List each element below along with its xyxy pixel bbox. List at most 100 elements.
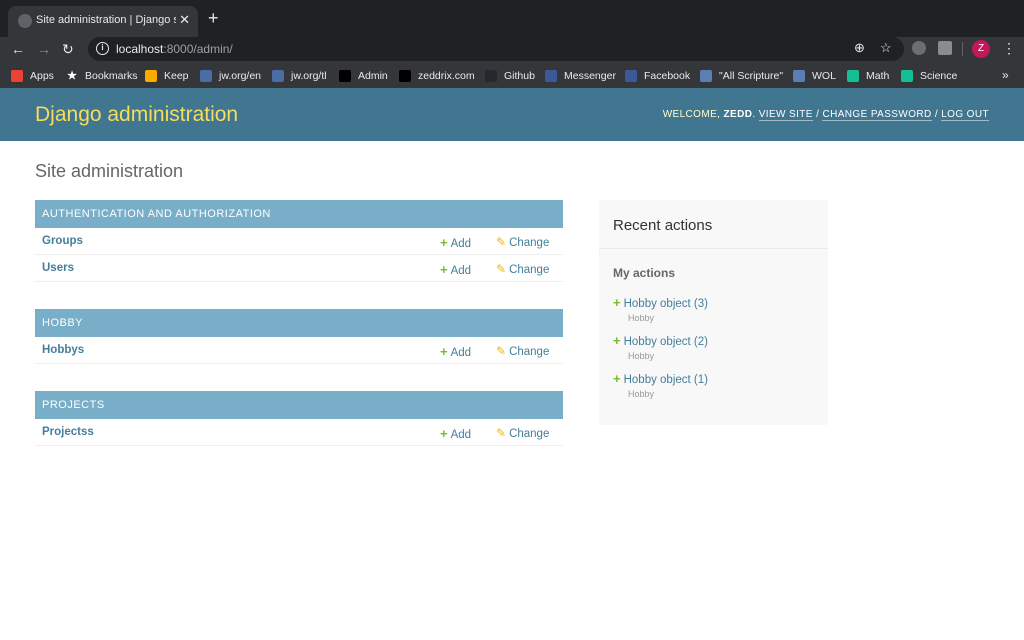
bookmark-item[interactable]: Science [901,68,957,84]
bookmark-label: WOL [812,70,836,82]
change-button[interactable]: ✎ Change [496,235,549,249]
khan-icon [901,70,913,82]
recent-action-link[interactable]: Hobby object (2) [624,336,708,348]
bookmark-item[interactable]: WOL [793,68,836,84]
extension-icon[interactable] [912,41,926,55]
bookmark-item[interactable]: "All Scripture" [700,68,783,84]
pencil-icon: ✎ [496,262,507,276]
facebook-icon [545,70,557,82]
info-icon[interactable]: i [96,42,109,55]
bookmark-label: Keep [164,70,189,82]
change-password-link[interactable]: Change password [822,109,932,121]
model-link[interactable]: Groups [42,235,83,247]
bookmark-label: Admin [358,70,388,82]
view-site-link[interactable]: View site [758,109,813,121]
change-label: Change [509,264,550,276]
star-icon[interactable]: ☆ [880,40,892,56]
addition-icon: + [613,371,621,386]
recent-action-type: Hobby [628,351,655,361]
model-row: Users + Add ✎ Change [35,255,563,282]
recent-action-link[interactable]: Hobby object (1) [624,374,708,386]
add-label: Add [450,347,472,359]
browser-tab-strip: Site administration | Django site ✕ + [0,0,1024,37]
menu-dots-icon[interactable]: ⋮ [1002,39,1016,57]
browser-tab[interactable]: Site administration | Django site ✕ [8,6,198,37]
bookmark-item[interactable]: jw.org/tl [272,68,327,84]
change-button[interactable]: ✎ Change [496,344,549,358]
welcome-text: Welcome, [662,109,721,120]
module-caption[interactable]: Authentication and Authorization [35,200,563,228]
recent-action-item: + Hobby object (1) Hobby [613,371,823,399]
pencil-icon: ✎ [496,426,507,440]
zoom-icon[interactable]: ⊕ [854,40,865,56]
bookmark-item[interactable]: ★ Bookmarks [66,68,138,84]
url-text[interactable]: localhost:8000/admin/ [116,42,233,56]
recent-action-item: + Hobby object (3) Hobby [613,295,823,323]
tab-title: Site administration | Django site [36,14,176,26]
facebook-icon [625,70,637,82]
book-icon [793,70,805,82]
user-tools: Welcome, zedd. View site / Change passwo… [662,109,989,121]
recent-actions-title: Recent actions [613,217,713,234]
site-branding[interactable]: Django administration [35,103,238,127]
site-header: Django administration Welcome, zedd. Vie… [0,88,1024,141]
profile-avatar[interactable]: Z [972,40,990,58]
bookmark-item[interactable]: Github [485,68,535,84]
my-actions-heading: My actions [613,266,676,280]
bookmark-label: zeddrix.com [418,70,475,82]
change-button[interactable]: ✎ Change [496,262,549,276]
change-button[interactable]: ✎ Change [496,426,549,440]
add-icon: + [440,262,448,277]
bookmark-item[interactable]: zeddrix.com [399,68,475,84]
bookmark-item[interactable]: Math [847,68,889,84]
bookmark-item[interactable]: Keep [145,68,189,84]
drive-icon[interactable] [938,41,952,55]
add-label: Add [450,238,472,250]
add-button[interactable]: + Add [440,426,471,441]
username: zedd [723,109,753,120]
app-module: Projects Projectss + Add ✎ Change [35,391,563,446]
add-label: Add [450,429,472,441]
add-icon: + [440,426,448,441]
add-button[interactable]: + Add [440,262,471,277]
module-caption[interactable]: Projects [35,391,563,419]
change-label: Change [509,237,550,249]
module-caption[interactable]: Hobby [35,309,563,337]
model-link[interactable]: Hobbys [42,344,84,356]
add-icon: + [440,235,448,250]
model-link[interactable]: Users [42,262,74,274]
bookmarks-overflow-icon[interactable]: » [1002,68,1009,82]
model-link[interactable]: Projectss [42,426,94,438]
bookmark-label: Math [866,70,890,82]
jw-icon [200,70,212,82]
divider [599,248,828,249]
back-arrow-icon[interactable]: ← [11,40,25,58]
bookmark-item[interactable]: Messenger [545,68,616,84]
toolbar-divider [962,42,963,56]
bookmark-item[interactable]: Apps [11,68,54,84]
forward-arrow-icon[interactable]: → [37,40,51,58]
address-bar[interactable]: i localhost:8000/admin/ ⊕ ☆ [88,37,904,61]
reload-icon[interactable]: ↻ [62,40,74,58]
book-icon [700,70,712,82]
pencil-icon: ✎ [496,344,507,358]
bookmark-item[interactable]: Facebook [625,68,690,84]
bookmark-label: jw.org/tl [291,70,327,82]
zeddrix-icon [399,70,411,82]
bookmark-item[interactable]: jw.org/en [200,68,261,84]
jw-icon [272,70,284,82]
recent-action-link[interactable]: Hobby object (3) [624,298,708,310]
addition-icon: + [613,295,621,310]
add-button[interactable]: + Add [440,235,471,250]
close-tab-icon[interactable]: ✕ [179,12,190,28]
bookmark-item[interactable]: Admin [339,68,388,84]
bookmarks-bar: Apps ★ Bookmarks Keep jw.org/en jw.org/tl Admi… [0,63,1024,88]
change-label: Change [509,428,550,440]
new-tab-icon[interactable]: + [208,9,219,27]
bookmark-label: Science [920,70,958,82]
apps-grid-icon [11,70,23,82]
add-button[interactable]: + Add [440,344,471,359]
globe-icon [18,14,32,28]
star-icon: ★ [66,70,78,82]
log-out-link[interactable]: Log out [941,109,989,121]
